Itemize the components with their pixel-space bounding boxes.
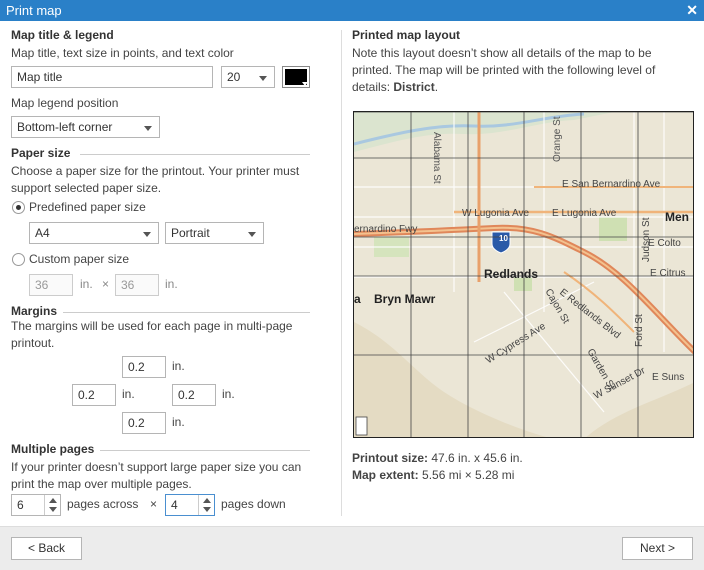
custom-width-input[interactable]	[29, 274, 73, 296]
multiple-pages-heading: Multiple pages	[11, 442, 95, 456]
map-label-street: Orange St	[552, 116, 563, 162]
pages-down-value: 4	[171, 498, 178, 512]
predefined-paper-label: Predefined paper size	[29, 200, 146, 214]
printout-size-label: Printout size:	[352, 451, 429, 465]
layout-note-suffix: .	[434, 80, 439, 94]
printed-layout-heading: Printed map layout	[352, 28, 461, 42]
map-extent: Map extent: 5.56 mi × 5.28 mi	[352, 467, 514, 484]
map-label-street: E Citrus	[650, 268, 686, 279]
section-divider	[63, 312, 310, 313]
legend-position-label: Map legend position	[11, 96, 119, 110]
orientation-select[interactable]: Portrait	[165, 222, 264, 244]
pages-down-stepper[interactable]: 4	[165, 494, 215, 516]
times-sign: ×	[102, 277, 110, 291]
text-size-value: 20	[227, 70, 241, 84]
chevron-down-icon	[144, 126, 152, 131]
orientation-value: Portrait	[171, 226, 210, 240]
margin-right-unit: in.	[222, 387, 235, 401]
map-label-place: Men	[665, 210, 689, 224]
spin-buttons[interactable]	[44, 495, 60, 515]
dialog-footer: < Back Next >	[0, 526, 704, 570]
pages-down-label: pages down	[221, 497, 286, 511]
section-divider	[100, 450, 310, 451]
spin-down-icon[interactable]	[203, 507, 211, 512]
map-label-place: Redlands	[484, 267, 539, 281]
margin-top-input[interactable]	[122, 356, 166, 378]
custom-height-input[interactable]	[115, 274, 159, 296]
map-label-place: Bryn Mawr	[374, 292, 436, 306]
margins-heading: Margins	[11, 304, 58, 318]
map-label-interstate: 10	[499, 234, 508, 243]
map-label-street: Ford St	[634, 314, 645, 347]
paper-size-heading: Paper size	[11, 146, 71, 160]
pages-across-label: pages across	[67, 497, 139, 511]
color-dropdown-icon	[302, 82, 308, 86]
legend-position-select[interactable]: Bottom-left corner	[11, 116, 160, 138]
dialog-title: Print map	[6, 3, 62, 18]
custom-paper-label: Custom paper size	[29, 252, 130, 266]
next-button[interactable]: Next >	[622, 537, 693, 560]
pages-across-stepper[interactable]: 6	[11, 494, 61, 516]
paper-size-select[interactable]: A4	[29, 222, 159, 244]
spin-up-icon[interactable]	[203, 498, 211, 503]
map-label-street: E Suns	[652, 372, 685, 383]
map-title-heading: Map title & legend	[11, 28, 114, 42]
layout-note-level: District	[393, 80, 435, 94]
map-title-subtitle: Map title, text size in points, and text…	[11, 46, 234, 60]
spin-buttons[interactable]	[198, 495, 214, 515]
map-label-street: Alabama St	[431, 132, 442, 184]
close-icon[interactable]: ✕	[686, 2, 698, 19]
legend-position-value: Bottom-left corner	[17, 120, 113, 134]
chevron-down-icon	[143, 232, 151, 237]
predefined-paper-radio[interactable]	[12, 201, 25, 214]
margin-bottom-unit: in.	[172, 415, 185, 429]
spin-up-icon[interactable]	[49, 498, 57, 503]
text-color-picker[interactable]	[282, 66, 310, 88]
custom-paper-radio[interactable]	[12, 253, 25, 266]
paper-size-value: A4	[35, 226, 50, 240]
map-title-input[interactable]	[11, 66, 213, 88]
map-preview[interactable]: Alabama St Orange St E San Bernardino Av…	[353, 111, 694, 438]
spin-down-icon[interactable]	[49, 507, 57, 512]
map-label-street: E San Bernardino Ave	[562, 179, 661, 190]
map-label-street: W Lugonia Ave	[462, 208, 530, 219]
printout-size: Printout size: 47.6 in. x 45.6 in.	[352, 450, 523, 467]
margins-description: The margins will be used for each page i…	[11, 319, 293, 350]
back-button[interactable]: < Back	[11, 537, 82, 560]
column-divider	[341, 30, 342, 516]
paper-size-description: Choose a paper size for the printout. Yo…	[11, 164, 300, 195]
margin-top-unit: in.	[172, 359, 185, 373]
margin-left-unit: in.	[122, 387, 135, 401]
margin-left-input[interactable]	[72, 384, 116, 406]
printout-size-value: 47.6 in. x 45.6 in.	[431, 451, 523, 465]
pages-across-value: 6	[17, 498, 24, 512]
map-label-street: E Colto	[648, 238, 681, 249]
dialog-titlebar: Print map ✕	[0, 0, 704, 21]
custom-height-unit: in.	[165, 277, 178, 291]
map-label-road: ernardino Fwy	[354, 224, 418, 235]
map-label-place: a	[354, 292, 361, 306]
map-extent-value: 5.56 mi × 5.28 mi	[422, 468, 515, 482]
section-divider	[80, 154, 310, 155]
map-extent-label: Map extent:	[352, 468, 419, 482]
chevron-down-icon	[259, 76, 267, 81]
layout-note: Note this layout doesn’t show all detail…	[352, 45, 692, 96]
chevron-down-icon	[248, 232, 256, 237]
text-size-select[interactable]: 20	[221, 66, 275, 88]
margin-bottom-input[interactable]	[122, 412, 166, 434]
map-label-street: Judson St	[641, 217, 652, 262]
custom-width-unit: in.	[80, 277, 93, 291]
map-label-street: E Lugonia Ave	[552, 208, 617, 219]
margin-right-input[interactable]	[172, 384, 216, 406]
times-sign: ×	[150, 497, 158, 511]
multiple-pages-description: If your printer doesn’t support large pa…	[11, 460, 302, 491]
